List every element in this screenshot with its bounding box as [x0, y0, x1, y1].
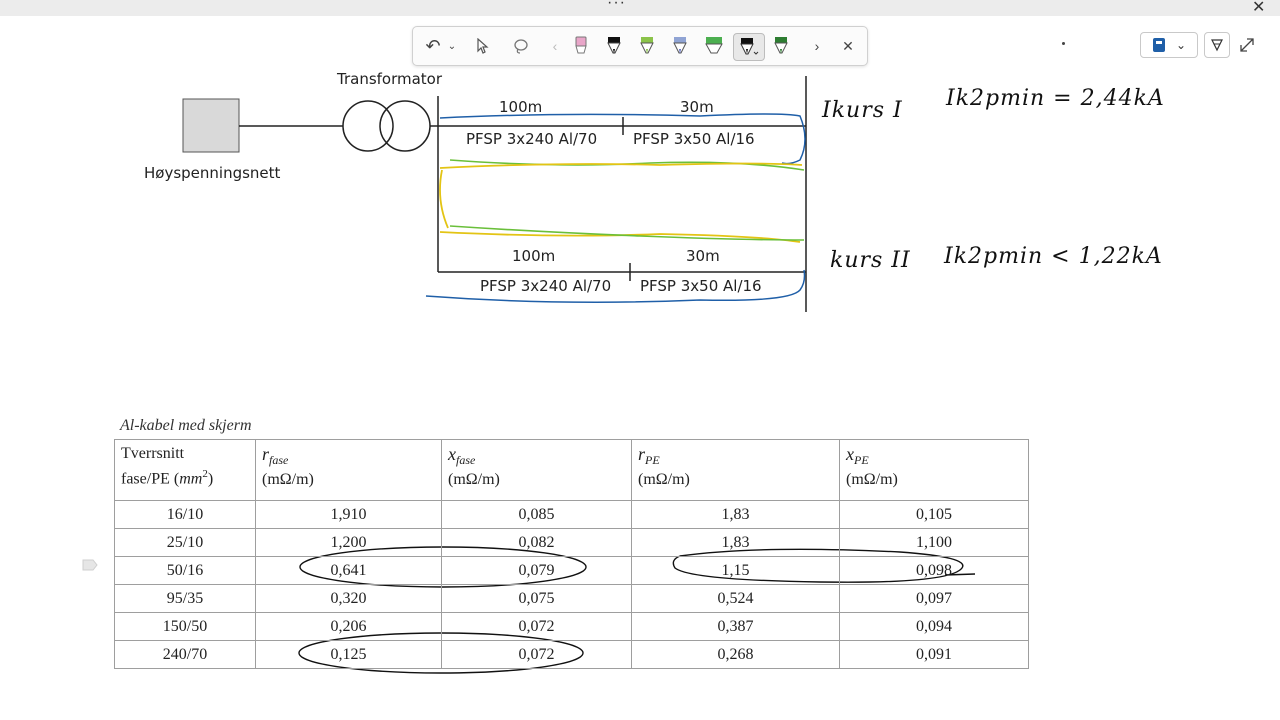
line2-cable-2: PFSP 3x50 Al/16 — [640, 277, 762, 295]
table-cell: 0,079 — [441, 556, 632, 585]
table-cell: 95/35 — [114, 584, 256, 613]
header-r-pe-unit: (mΩ/m) — [638, 471, 690, 488]
header-r-fase-symbol: r — [262, 444, 270, 464]
table-row: 16/10 1,910 0,085 1,83 0,105 — [114, 500, 1029, 529]
diagram-lines — [182, 76, 807, 312]
header-x-fase-symbol: x — [448, 444, 456, 464]
table-cell: 0,641 — [255, 556, 442, 585]
grid-box — [182, 98, 240, 153]
cable-data-table: Tverrsnitt fase/PE (mm2) rfase (mΩ/m) xf… — [114, 439, 1029, 669]
table-cell: 1,83 — [631, 500, 840, 529]
line2-length-2: 30m — [686, 247, 720, 265]
table-cell: 1,100 — [839, 528, 1029, 557]
table-caption: Al-kabel med skjerm — [120, 417, 252, 434]
line1-length-1: 100m — [499, 98, 543, 116]
handwritten-ik-2: Ik2pmin < 1,22kA — [944, 244, 1163, 269]
table-cell: 0,098 — [839, 556, 1029, 585]
table-cell: 150/50 — [114, 612, 256, 641]
table-cell: 1,83 — [631, 528, 840, 557]
header-x-pe-unit: (mΩ/m) — [846, 471, 898, 488]
table-cell: 240/70 — [114, 640, 256, 669]
table-cell: 0,320 — [255, 584, 442, 613]
table-row: 50/16 0,641 0,079 1,15 0,098 — [114, 556, 1029, 585]
handwritten-ik-1: Ik2pmin = 2,44kA — [946, 86, 1165, 111]
line1-cable-1: PFSP 3x240 Al/70 — [466, 130, 598, 148]
line2-length-1: 100m — [512, 247, 556, 265]
header-r-fase-unit: (mΩ/m) — [262, 471, 314, 488]
line1-cable-2: PFSP 3x50 Al/16 — [633, 130, 755, 148]
table-row: 25/10 1,200 0,082 1,83 1,100 — [114, 528, 1029, 557]
table-cell: 1,15 — [631, 556, 840, 585]
table-cell: 0,387 — [631, 612, 840, 641]
table-cell: 0,524 — [631, 584, 840, 613]
table-row: 150/50 0,206 0,072 0,387 0,094 — [114, 612, 1029, 641]
table-cell: 0,072 — [441, 640, 632, 669]
header-cross-section-line2-pre: fase/PE ( — [121, 470, 180, 488]
paragraph-handle-icon[interactable] — [82, 559, 98, 571]
header-x-pe-symbol: x — [846, 444, 854, 464]
header-cross-section-line1: Tverrsnitt — [121, 445, 185, 462]
header-r-fase: rfase (mΩ/m) — [255, 439, 442, 501]
handwritten-kurs-1: Ikurs I — [822, 98, 903, 123]
table-cell: 0,085 — [441, 500, 632, 529]
header-r-pe: rPE (mΩ/m) — [631, 439, 840, 501]
transformer-label: Transformator — [337, 70, 443, 88]
table-cell: 25/10 — [114, 528, 256, 557]
table-cell: 0,091 — [839, 640, 1029, 669]
line1-length-2: 30m — [680, 98, 714, 116]
header-x-fase: xfase (mΩ/m) — [441, 439, 632, 501]
single-line-diagram: Høyspenningsnett Transformator 100m 30m … — [0, 0, 1280, 400]
table-row: 240/70 0,125 0,072 0,268 0,091 — [114, 640, 1029, 669]
table-cell: 0,072 — [441, 612, 632, 641]
table-cell: 0,094 — [839, 612, 1029, 641]
table-cell: 0,206 — [255, 612, 442, 641]
table-row: 95/35 0,320 0,075 0,524 0,097 — [114, 584, 1029, 613]
table-cell: 50/16 — [114, 556, 256, 585]
table-cell: 0,097 — [839, 584, 1029, 613]
handwritten-kurs-2: kurs II — [830, 248, 911, 273]
line2-cable-1: PFSP 3x240 Al/70 — [480, 277, 612, 295]
header-cross-section: Tverrsnitt fase/PE (mm2) — [114, 439, 256, 501]
header-x-fase-subscript: fase — [456, 453, 476, 467]
table-header-row: Tverrsnitt fase/PE (mm2) rfase (mΩ/m) xf… — [114, 439, 1029, 501]
table-cell: 0,082 — [441, 528, 632, 557]
header-x-pe: xPE (mΩ/m) — [839, 439, 1029, 501]
table-cell: 1,200 — [255, 528, 442, 557]
grid-label: Høyspenningsnett — [144, 164, 281, 182]
table-cell: 16/10 — [114, 500, 256, 529]
header-cross-section-line2-post: ) — [207, 470, 214, 488]
header-r-pe-subscript: PE — [645, 453, 660, 467]
header-r-pe-symbol: r — [638, 444, 646, 464]
table-cell: 1,910 — [255, 500, 442, 529]
table-cell: 0,268 — [631, 640, 840, 669]
header-r-fase-subscript: fase — [269, 453, 289, 467]
table-cell: 0,075 — [441, 584, 632, 613]
header-x-fase-unit: (mΩ/m) — [448, 471, 500, 488]
table-cell: 0,105 — [839, 500, 1029, 529]
table-cell: 0,125 — [255, 640, 442, 669]
header-x-pe-subscript: PE — [854, 453, 869, 467]
transformer-winding-2 — [379, 100, 431, 152]
transformer-winding-1 — [342, 100, 394, 152]
header-unit-mm: mm — [179, 470, 203, 488]
